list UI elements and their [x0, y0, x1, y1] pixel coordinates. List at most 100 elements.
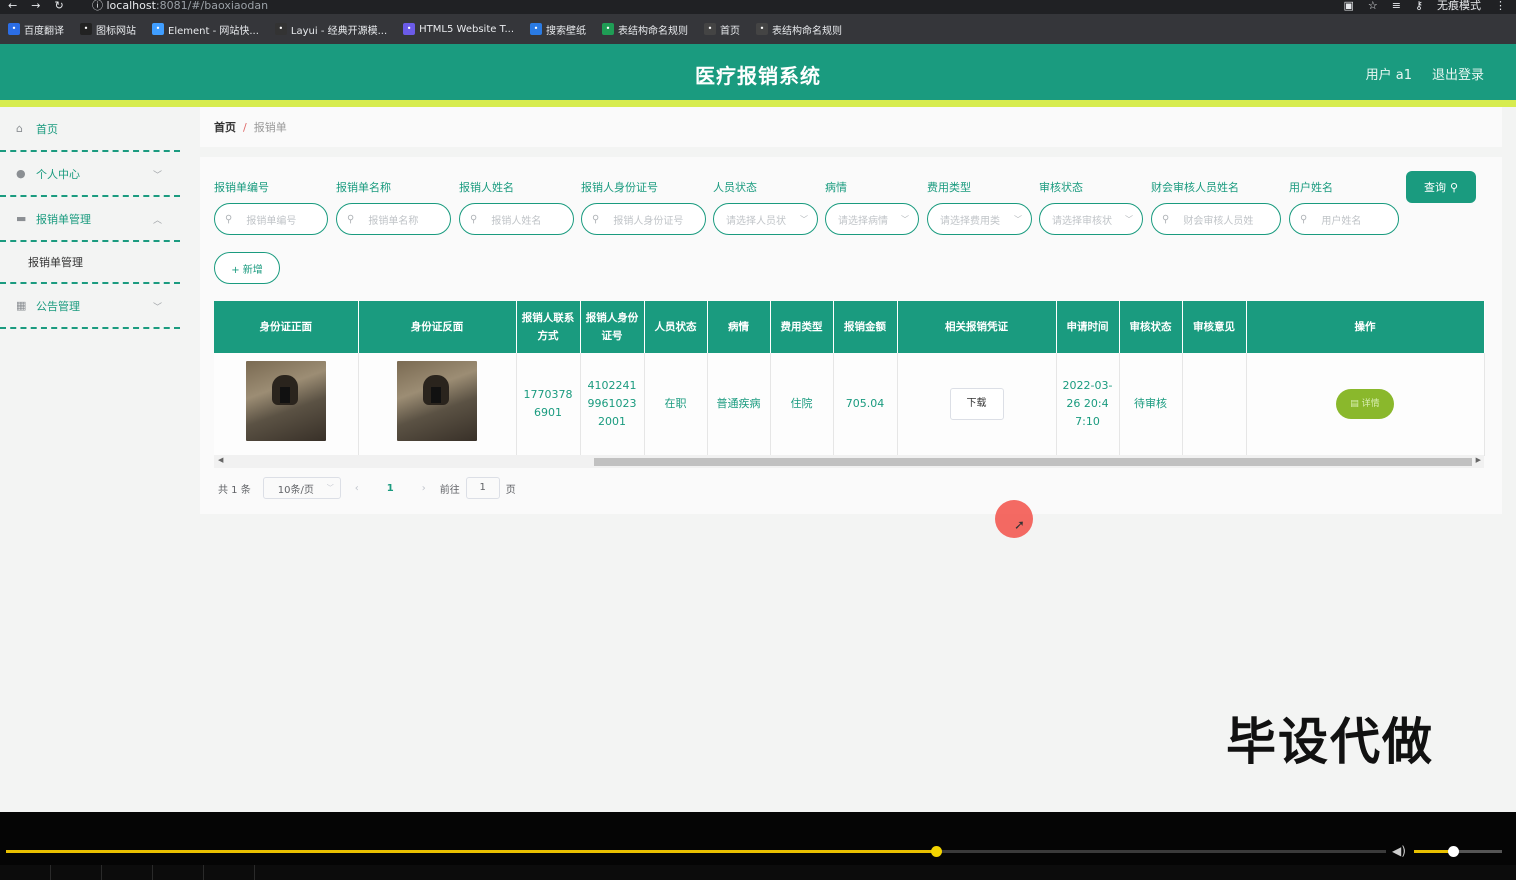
column-header: 审核状态 — [1119, 301, 1183, 353]
forward-icon[interactable]: → — [31, 0, 40, 12]
user-label[interactable]: 用户 a1 — [1366, 64, 1412, 83]
bookmark-icon: • — [704, 23, 717, 35]
page-size-select[interactable]: 10条/页 ﹀ — [262, 477, 341, 499]
player-control[interactable] — [102, 865, 153, 880]
filter-label: 审核状态 — [1039, 181, 1083, 194]
bookmark-item[interactable]: • Layui - 经典开源模... — [274, 22, 387, 37]
sidebar-subitem-reimburse-manage[interactable]: 报销单管理 — [0, 242, 180, 284]
scroll-left-icon[interactable]: ◀ — [218, 456, 223, 464]
bookmark-item[interactable]: • 首页 — [704, 22, 740, 37]
add-button[interactable]: + 新增 — [214, 252, 280, 284]
incognito-badge[interactable]: 无痕模式 — [1437, 0, 1481, 11]
filter-input[interactable]: ⚲ 用户姓名 — [1289, 203, 1399, 235]
breadcrumb-home[interactable]: 首页 — [214, 119, 236, 135]
query-button[interactable]: 查询 ⚲ — [1406, 171, 1476, 203]
column-header: 申请时间 — [1056, 301, 1120, 353]
fee-type-cell: 住院 — [770, 353, 834, 456]
player-control[interactable] — [0, 865, 51, 880]
reload-icon[interactable]: ↻ — [54, 0, 63, 12]
bookmark-icon: • — [274, 23, 287, 35]
amount-cell: 705.04 — [833, 353, 898, 456]
sidebar-item-profile[interactable]: ● 个人中心 ﹀ — [0, 152, 180, 197]
search-icon: ⚲ — [1162, 213, 1170, 225]
download-button[interactable]: 下载 — [949, 387, 1004, 420]
pagination: 共 1 条 10条/页 ﹀ ‹ 1 › 前往 1 页 — [218, 477, 516, 499]
filter-input[interactable]: ⚲ 财会审核人员姓 — [1151, 203, 1281, 235]
bookmark-item[interactable]: • 表结构命名规则 — [756, 22, 842, 37]
logout-link[interactable]: 退出登录 — [1432, 64, 1484, 83]
search-icon: ⚲ — [1449, 180, 1459, 194]
bookmark-item[interactable]: • 表结构命名规则 — [602, 22, 688, 37]
filter-input[interactable]: ⚲ 报销单编号 — [214, 203, 328, 235]
sidebar-item-label: 首页 — [36, 122, 58, 136]
page-number[interactable]: 1 — [387, 483, 394, 494]
address-bar[interactable]: ⓘ localhost:8081/#/baoxiaodan — [92, 0, 268, 11]
scrollbar-thumb[interactable] — [594, 458, 1472, 466]
filter-label: 报销人身份证号 — [581, 181, 658, 194]
phone-cell: 17703786901 — [516, 353, 581, 456]
page-unit-label: 页 — [505, 484, 516, 496]
video-player-bar: ◀) — [0, 812, 1516, 880]
translate-icon[interactable]: ▣ — [1343, 0, 1353, 11]
filter-select[interactable]: 请选择人员状 ﹀ — [713, 203, 818, 235]
more-icon[interactable]: ⋮ — [1495, 0, 1506, 11]
filter-label: 费用类型 — [927, 181, 971, 194]
sidebar-item-reimburse[interactable]: ▬ 报销单管理 ︿ — [0, 197, 180, 242]
filter-select[interactable]: 请选择审核状 ﹀ — [1039, 203, 1143, 235]
bookmark-item[interactable]: • 百度翻译 — [8, 22, 64, 37]
audit-status-cell: 待审核 — [1119, 353, 1183, 456]
id-back-image[interactable] — [397, 360, 477, 441]
cursor-icon: ➚ — [1014, 518, 1025, 533]
chevron-down-icon: ﹀ — [1125, 214, 1133, 224]
player-control[interactable] — [51, 865, 102, 880]
bookmark-item[interactable]: • Element - 网站快... — [152, 22, 259, 37]
sidebar-item-notice[interactable]: ▦ 公告管理 ﹀ — [0, 284, 180, 329]
scroll-right-icon[interactable]: ▶ — [1476, 456, 1481, 464]
goto-page-input[interactable]: 1 — [465, 477, 500, 499]
bookmark-item[interactable]: • 搜索壁纸 — [530, 22, 586, 37]
filter-input[interactable]: ⚲ 报销人姓名 — [459, 203, 574, 235]
apply-time-cell: 2022-03-26 20:47:10 — [1056, 353, 1120, 456]
app-title: 医疗报销系统 — [695, 64, 821, 88]
volume-knob[interactable] — [1448, 846, 1459, 857]
prev-page-icon[interactable]: ‹ — [355, 483, 359, 494]
bookmark-item[interactable]: • HTML5 Website T... — [403, 23, 514, 35]
document-icon: ▤ — [1350, 398, 1362, 409]
seek-knob[interactable] — [931, 846, 942, 857]
table-header-row: 身份证正面 身份证反面 报销人联系方式 报销人身份证号 人员状态 病情 费用类型 报销金额 相关… — [214, 301, 1485, 353]
filter-label: 报销单编号 — [214, 181, 269, 194]
data-table: 身份证正面 身份证反面 报销人联系方式 报销人身份证号 人员状态 病情 费用类型 报销金额 相关… — [214, 301, 1485, 456]
column-header: 相关报销凭证 — [897, 301, 1057, 353]
list-panel: 查询 ⚲ + 新增 身份证正面 身份证反面 报销人联系方式 报销人身份证号 人员状态 病情… — [200, 157, 1502, 514]
id-front-image[interactable] — [245, 360, 326, 441]
filter-input[interactable]: ⚲ 报销单名称 — [336, 203, 451, 235]
bookmarks-bar: • 百度翻译 • 图标网站 • Element - 网站快... • Layui - 经典开源… — [0, 14, 1516, 44]
volume-icon[interactable]: ◀) — [1392, 844, 1406, 858]
volume-progress — [1414, 850, 1452, 853]
illness-cell: 普通疾病 — [707, 353, 771, 456]
bookmark-icon: • — [152, 23, 164, 35]
filter-select[interactable]: 请选择费用类 ﹀ — [927, 203, 1032, 235]
filter-input[interactable]: ⚲ 报销人身份证号 — [581, 203, 706, 235]
filter-label: 报销单名称 — [336, 181, 391, 194]
bookmark-item[interactable]: • 图标网站 — [80, 22, 136, 37]
star-icon[interactable]: ☆ — [1368, 0, 1378, 11]
key-icon[interactable]: ⚷ — [1415, 0, 1423, 11]
column-header: 报销人身份证号 — [580, 301, 645, 353]
app-window: 医疗报销系统 用户 a1 退出登录 ⌂ 首页 ● 个人中心 ﹀ ▬ 报销单管理 … — [0, 44, 1516, 812]
sidebar-item-home[interactable]: ⌂ 首页 — [0, 107, 180, 152]
chevron-down-icon: ﹀ — [901, 214, 909, 224]
back-icon[interactable]: ← — [8, 0, 17, 12]
app-header: 医疗报销系统 用户 a1 退出登录 — [0, 44, 1516, 100]
detail-button[interactable]: ▤ 详情 — [1336, 388, 1394, 419]
column-header: 费用类型 — [770, 301, 834, 353]
player-control[interactable] — [153, 865, 204, 880]
sidebar: ⌂ 首页 ● 个人中心 ﹀ ▬ 报销单管理 ︿ 报销单管理 ▦ 公告管理 ﹀ — [0, 107, 180, 812]
filter-select[interactable]: 请选择病情 ﹀ — [825, 203, 919, 235]
horizontal-scrollbar[interactable]: ◀ ▶ — [214, 455, 1484, 468]
next-page-icon[interactable]: › — [422, 483, 426, 494]
voucher-cell: 下载 — [897, 353, 1057, 456]
menu-list-icon[interactable]: ≡ — [1392, 0, 1401, 11]
player-control[interactable] — [204, 865, 255, 880]
watermark-text: 毕设代做 — [1226, 713, 1434, 771]
